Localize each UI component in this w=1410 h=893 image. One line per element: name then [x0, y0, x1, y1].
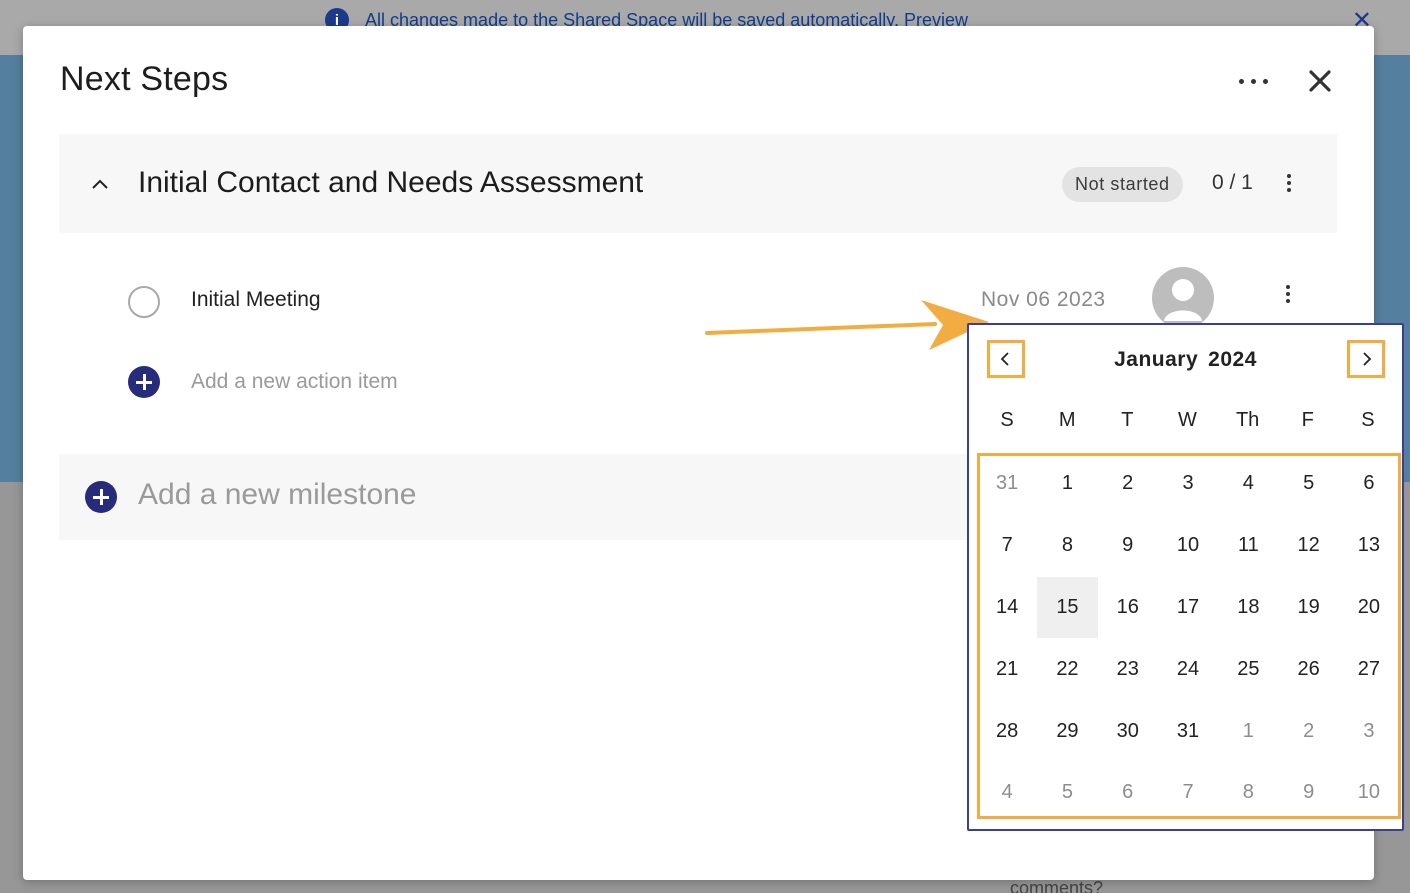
action-item-checkbox[interactable] — [128, 286, 160, 318]
weekday-label: W — [1178, 409, 1197, 431]
weekday-label: S — [1000, 409, 1014, 431]
milestone-header: Initial Contact and Needs Assessment Not… — [59, 134, 1337, 233]
close-icon[interactable] — [1303, 64, 1337, 98]
progress-count: 0 / 1 — [1212, 171, 1253, 194]
add-action-item-input[interactable]: Add a new action item — [191, 370, 398, 394]
weekday-label: M — [1058, 409, 1076, 431]
add-milestone-label: Add a new milestone — [138, 478, 417, 511]
plus-circle-icon[interactable] — [85, 481, 117, 513]
chevron-up-icon[interactable] — [89, 173, 111, 195]
date-picker: January 2024 S M T W Th F S 31 1 2 3 4 5 6 7 8 9 10… — [967, 323, 1404, 831]
status-badge: Not started — [1062, 167, 1183, 202]
calendar-month-year: January 2024 — [969, 348, 1402, 372]
more-vertical-icon[interactable] — [1276, 282, 1300, 306]
chevron-right-icon[interactable] — [1347, 340, 1385, 378]
more-horizontal-icon[interactable] — [1230, 69, 1276, 93]
annotation-highlight-box — [977, 453, 1401, 819]
action-item-label[interactable]: Initial Meeting — [191, 288, 321, 312]
annotation-arrow-icon — [705, 300, 989, 350]
modal-title: Next Steps — [60, 60, 229, 98]
weekday-label: Th — [1235, 409, 1260, 431]
avatar-icon[interactable] — [1152, 267, 1214, 329]
background-text: comments? — [1010, 878, 1104, 893]
milestone-title: Initial Contact and Needs Assessment — [138, 166, 644, 199]
calendar-weekdays: S M T W Th F S — [977, 409, 1398, 432]
weekday-label: T — [1121, 409, 1134, 431]
weekday-label: F — [1301, 409, 1314, 431]
plus-circle-icon[interactable] — [128, 366, 160, 398]
calendar-year: 2024 — [1208, 348, 1257, 371]
due-date-field[interactable]: Nov 06 2023 — [981, 288, 1106, 312]
calendar-month: January — [1114, 348, 1199, 371]
more-vertical-icon[interactable] — [1277, 170, 1301, 196]
weekday-label: S — [1361, 409, 1375, 431]
